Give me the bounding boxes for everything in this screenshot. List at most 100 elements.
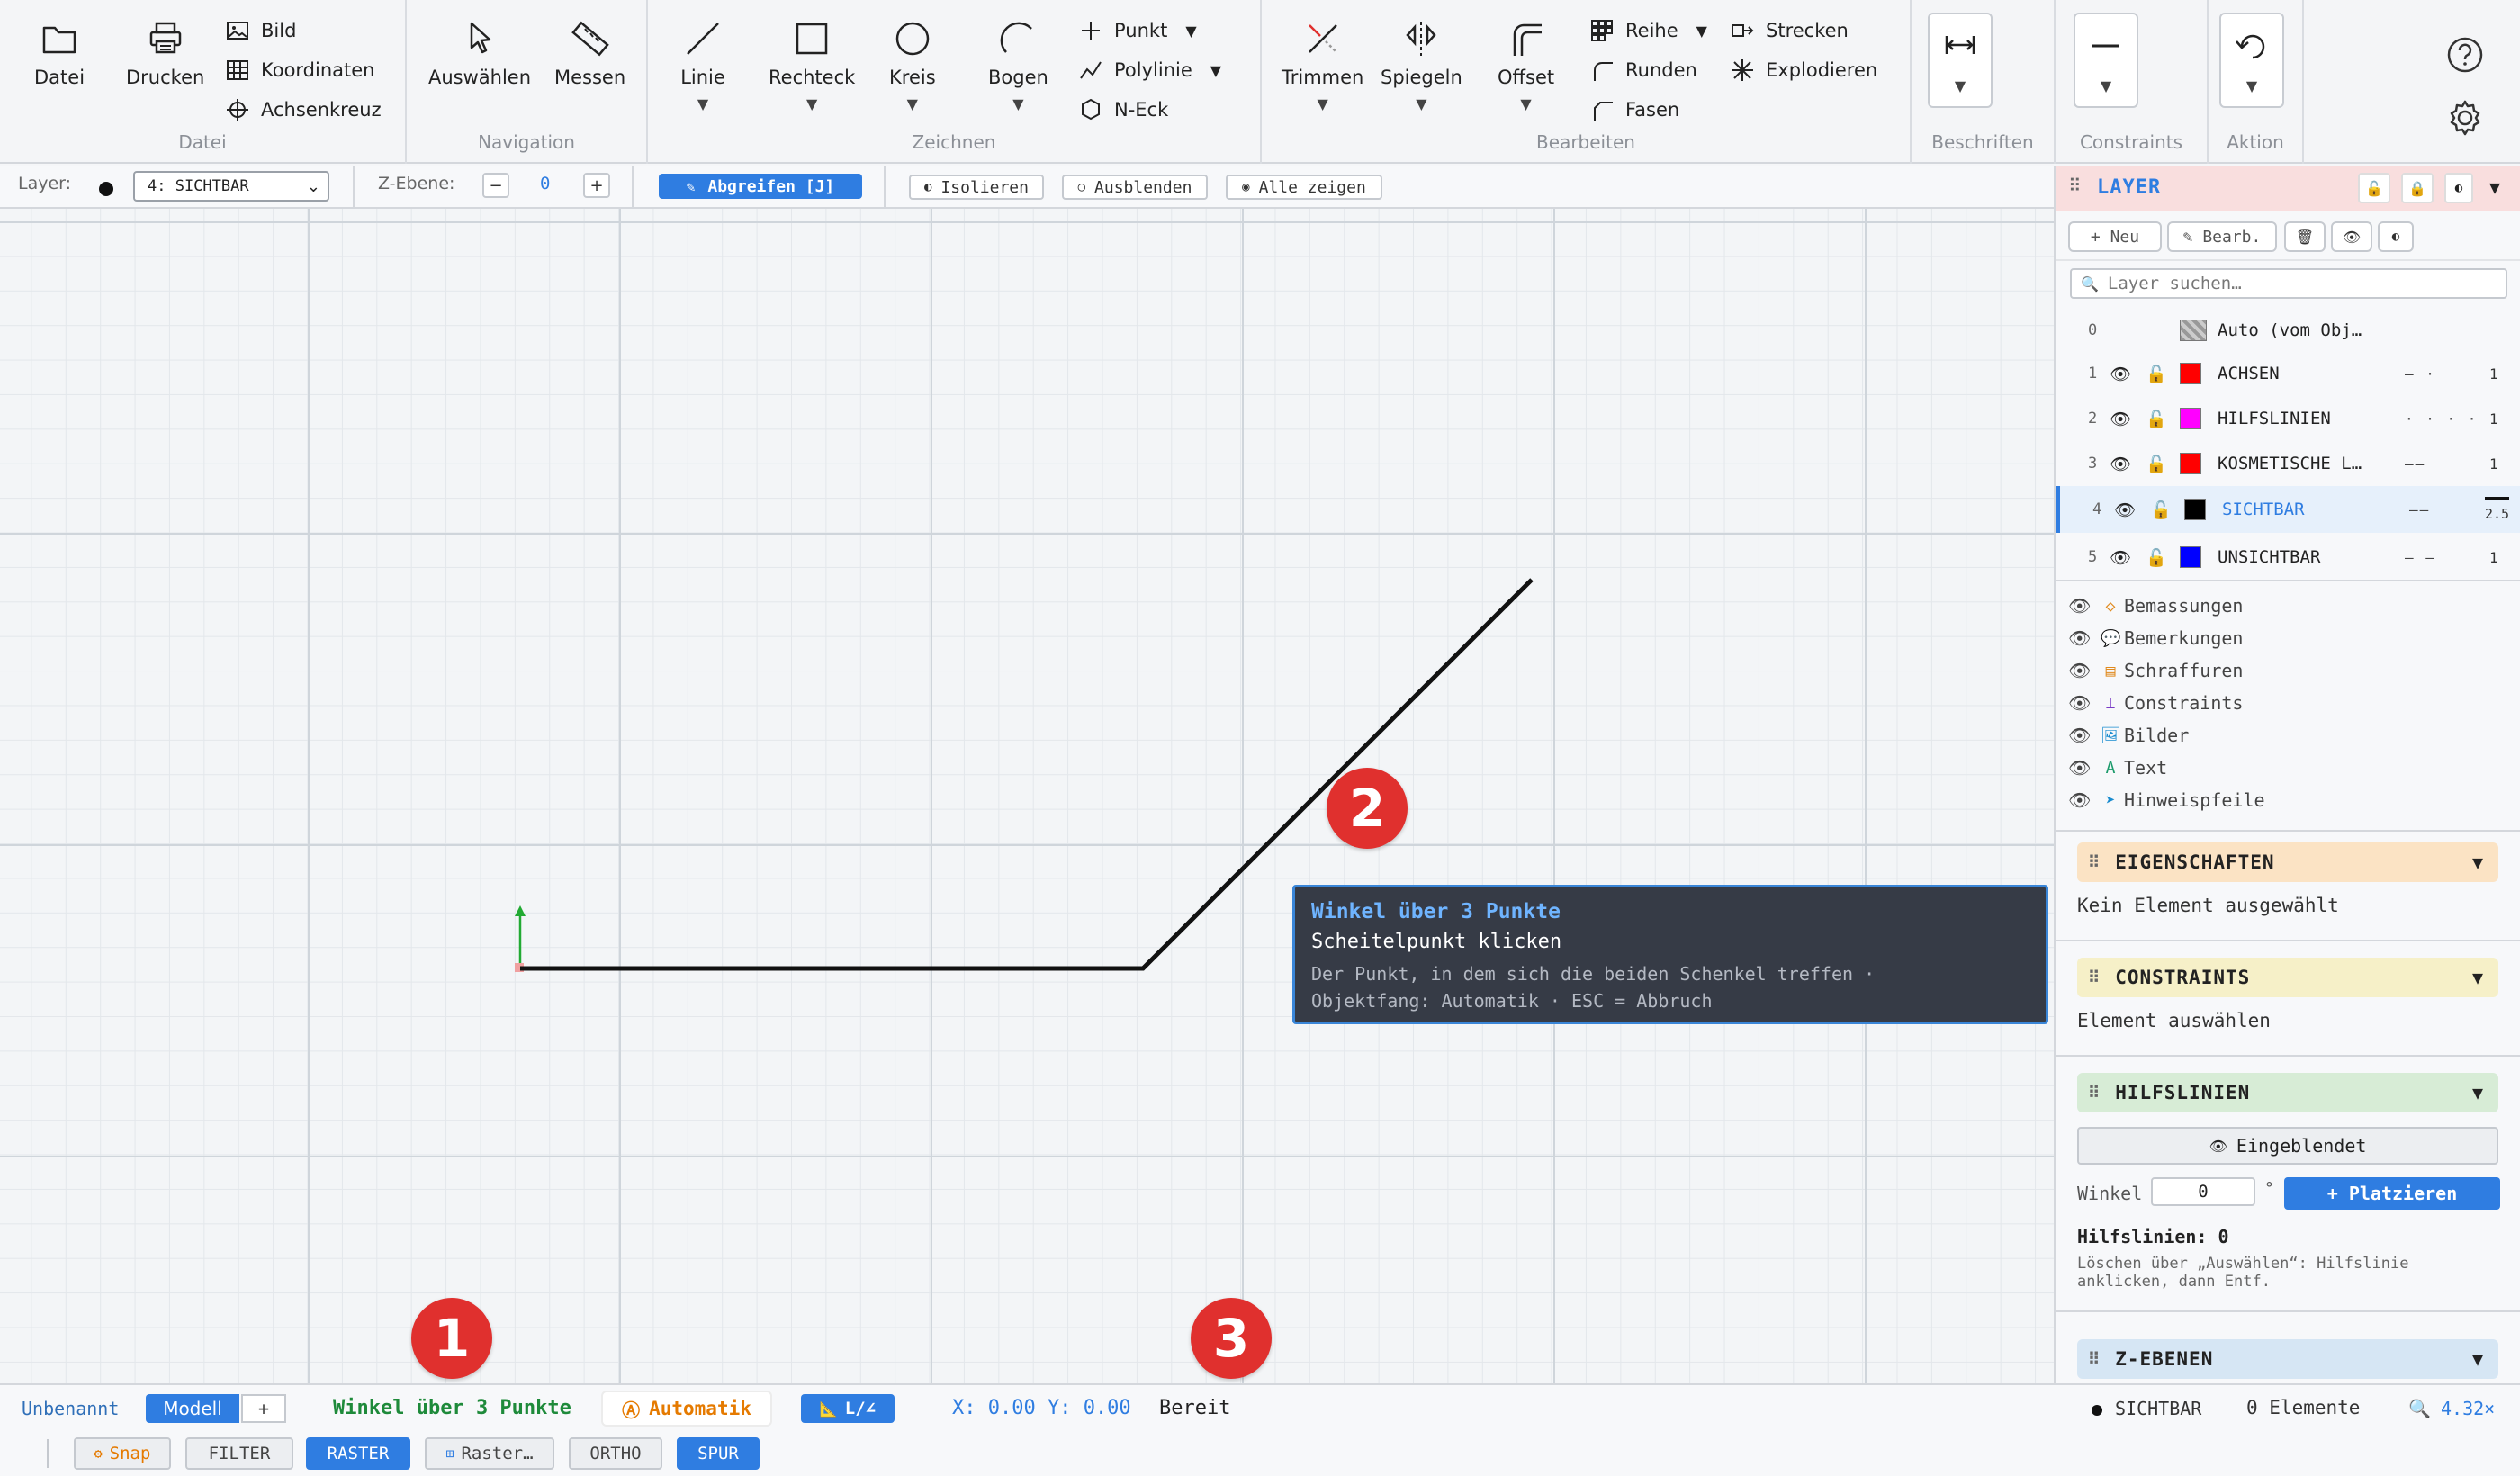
unlock-icon[interactable]: 🔓 bbox=[2150, 500, 2172, 520]
trash-icon[interactable]: 🗑 bbox=[2284, 221, 2326, 252]
layer-row[interactable]: 2 👁 🔓 HILFSLINIEN · · · · 1 bbox=[2056, 396, 2520, 441]
collapse-chevron-down-icon[interactable]: ▼ bbox=[2472, 967, 2484, 988]
eye-icon[interactable]: 👁 bbox=[2110, 409, 2131, 429]
unlock-all-icon[interactable]: 🔓 bbox=[2358, 173, 2390, 203]
object-visibility-row[interactable]: 👁 ◇ Bemassungen bbox=[2056, 590, 2520, 621]
trimmen-chevron-down-icon[interactable]: ▼ bbox=[1318, 95, 1328, 112]
eye-icon[interactable]: 👁 bbox=[2068, 595, 2091, 616]
rechteck-button[interactable]: Rechteck ▼ bbox=[769, 16, 855, 112]
eye-icon[interactable]: 👁 bbox=[2068, 724, 2091, 746]
collapse-chevron-down-icon[interactable]: ▼ bbox=[2472, 851, 2484, 873]
reihe-button[interactable]: Reihe ▼ bbox=[1589, 18, 1707, 43]
layer-row[interactable]: 5 👁 🔓 UNSICHTBAR — — 1 bbox=[2056, 535, 2520, 580]
half-circle-icon[interactable]: ◐ bbox=[2378, 221, 2414, 252]
gear-icon[interactable] bbox=[2444, 97, 2486, 139]
layer-color-swatch[interactable] bbox=[2180, 320, 2207, 341]
auswaehlen-button[interactable]: Auswählen bbox=[428, 16, 531, 88]
angle-mode-button[interactable]: 📐 L/∠ bbox=[801, 1394, 895, 1423]
layer-lineweight[interactable]: 1 bbox=[2480, 410, 2498, 428]
layer-row[interactable]: 0 Auto (vom Obj… bbox=[2056, 308, 2520, 353]
layer-select[interactable]: 4: SICHTBAR ⌄ bbox=[133, 171, 329, 202]
linie-button[interactable]: Linie ▼ bbox=[680, 16, 725, 112]
lock-all-icon[interactable]: 🔒 bbox=[2401, 173, 2434, 203]
object-visibility-row[interactable]: 👁 ⊥ Constraints bbox=[2056, 688, 2520, 718]
strecken-button[interactable]: Strecken bbox=[1730, 18, 1849, 43]
polylinie-button[interactable]: Polylinie ▼ bbox=[1078, 58, 1221, 83]
half-circle-icon[interactable]: ◐ bbox=[2444, 173, 2473, 203]
aktion-chevron-down-icon[interactable]: ▼ bbox=[2246, 77, 2257, 94]
fasen-button[interactable]: Fasen bbox=[1589, 97, 1679, 122]
drucken-button[interactable]: Drucken bbox=[126, 16, 204, 88]
raster-options-button[interactable]: ⊞ Raster… bbox=[425, 1437, 554, 1470]
platzieren-button[interactable]: + Platzieren bbox=[2284, 1177, 2500, 1210]
filter-toggle[interactable]: FILTER bbox=[185, 1437, 293, 1470]
eye-icon[interactable]: 👁 bbox=[2068, 757, 2091, 778]
runden-button[interactable]: Runden bbox=[1589, 58, 1697, 83]
constraints-button[interactable]: ▼ bbox=[2074, 13, 2138, 108]
hilfslinien-panel-header[interactable]: ⠿ HILFSLINIEN ▼ bbox=[2077, 1073, 2498, 1112]
raster-toggle[interactable]: RASTER bbox=[306, 1437, 410, 1470]
datei-button[interactable]: Datei bbox=[34, 16, 85, 88]
drag-grip-icon[interactable]: ⠿ bbox=[2088, 1350, 2101, 1369]
ausblenden-button[interactable]: ○ Ausblenden bbox=[1062, 175, 1208, 200]
collapse-chevron-down-icon[interactable]: ▼ bbox=[2472, 1348, 2484, 1370]
layer-lineweight[interactable]: 2.5 bbox=[2485, 497, 2510, 522]
object-visibility-row[interactable]: 👁 🖼 Bilder bbox=[2056, 720, 2520, 751]
collapse-chevron-down-icon[interactable]: ▼ bbox=[2489, 176, 2500, 198]
layer-row[interactable]: 1 👁 🔓 ACHSEN — · 1 bbox=[2056, 351, 2520, 396]
reihe-chevron-down-icon[interactable]: ▼ bbox=[1696, 22, 1707, 40]
layer-neu-button[interactable]: + Neu bbox=[2068, 221, 2162, 252]
layer-linetype[interactable]: —— bbox=[2405, 455, 2426, 472]
object-visibility-row[interactable]: 👁 ▤ Schraffuren bbox=[2056, 655, 2520, 686]
ortho-toggle[interactable]: ORTHO bbox=[569, 1437, 662, 1470]
eye-icon[interactable]: 👁 bbox=[2068, 692, 2091, 714]
messen-button[interactable]: Messen bbox=[554, 16, 626, 88]
isolieren-button[interactable]: ◐ Isolieren bbox=[909, 175, 1044, 200]
kreis-button[interactable]: Kreis ▼ bbox=[889, 16, 936, 112]
snap-mode-badge[interactable]: Ⓐ Automatik bbox=[601, 1390, 772, 1426]
bogen-chevron-down-icon[interactable]: ▼ bbox=[1012, 95, 1023, 112]
object-visibility-row[interactable]: 👁 ➤ Hinweispfeile bbox=[2056, 785, 2520, 815]
drawing-canvas[interactable]: 1 2 3 Winkel über 3 Punkte Scheitelpunkt… bbox=[0, 209, 2054, 1383]
object-visibility-row[interactable]: 👁 A Text bbox=[2056, 752, 2520, 783]
drag-grip-icon[interactable]: ⠿ bbox=[2088, 1084, 2101, 1102]
layer-linetype[interactable]: —— bbox=[2409, 501, 2430, 518]
achsenkreuz-button[interactable]: Achsenkreuz bbox=[225, 97, 382, 122]
abgreifen-button[interactable]: ✎ Abgreifen [J] bbox=[659, 174, 862, 199]
eye-icon[interactable]: 👁 bbox=[2114, 500, 2136, 520]
unlock-icon[interactable]: 🔓 bbox=[2146, 364, 2167, 384]
spur-toggle[interactable]: SPUR bbox=[677, 1437, 760, 1470]
unlock-icon[interactable]: 🔓 bbox=[2146, 547, 2167, 568]
bild-button[interactable]: Bild bbox=[225, 18, 296, 43]
layer-linetype[interactable]: — · bbox=[2405, 365, 2436, 382]
beschriften-chevron-down-icon[interactable]: ▼ bbox=[1955, 77, 1966, 94]
zebene-plus-button[interactable]: + bbox=[583, 173, 610, 198]
rechteck-chevron-down-icon[interactable]: ▼ bbox=[806, 95, 817, 112]
layer-search-input[interactable]: 🔍 Layer suchen… bbox=[2070, 268, 2507, 299]
zoom-level[interactable]: 4.32× bbox=[2441, 1398, 2495, 1419]
eye-icon[interactable]: 👁 bbox=[2331, 221, 2372, 252]
neck-button[interactable]: N-Eck bbox=[1078, 97, 1168, 122]
layer-lineweight[interactable]: 1 bbox=[2480, 455, 2498, 472]
layer-color-swatch[interactable] bbox=[2180, 546, 2201, 568]
punkt-chevron-down-icon[interactable]: ▼ bbox=[1185, 22, 1196, 40]
beschriften-dimension-button[interactable]: ▼ bbox=[1928, 13, 1993, 108]
alle-zeigen-button[interactable]: ◉ Alle zeigen bbox=[1226, 175, 1382, 200]
layer-color-swatch[interactable] bbox=[2184, 499, 2206, 520]
eye-icon[interactable]: 👁 bbox=[2068, 627, 2091, 649]
zebenen-panel-header[interactable]: ⠿ Z-EBENEN ▼ bbox=[2077, 1339, 2498, 1379]
kreis-chevron-down-icon[interactable]: ▼ bbox=[907, 95, 918, 112]
spiegeln-chevron-down-icon[interactable]: ▼ bbox=[1416, 95, 1426, 112]
add-tab-button[interactable]: + bbox=[241, 1394, 286, 1423]
koordinaten-button[interactable]: Koordinaten bbox=[225, 58, 375, 83]
eye-icon[interactable]: 👁 bbox=[2110, 454, 2131, 474]
collapse-chevron-down-icon[interactable]: ▼ bbox=[2472, 1082, 2484, 1103]
help-icon[interactable] bbox=[2444, 34, 2486, 76]
layer-lineweight[interactable]: 1 bbox=[2480, 549, 2498, 566]
unlock-icon[interactable]: 🔓 bbox=[2146, 409, 2167, 429]
layer-panel-header[interactable]: ⠿ LAYER 🔓 🔒 ◐ ▼ bbox=[2056, 166, 2520, 211]
punkt-button[interactable]: Punkt ▼ bbox=[1078, 18, 1197, 43]
object-visibility-row[interactable]: 👁 💬 Bemerkungen bbox=[2056, 623, 2520, 653]
layer-color-swatch[interactable] bbox=[2180, 453, 2201, 474]
spiegeln-button[interactable]: Spiegeln ▼ bbox=[1381, 16, 1462, 112]
